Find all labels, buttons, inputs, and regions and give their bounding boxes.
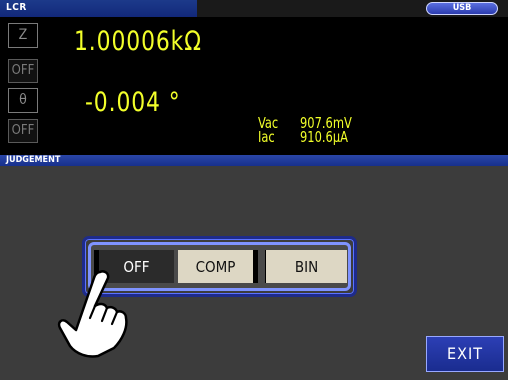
pointing-hand-icon xyxy=(57,270,128,358)
judgement-bin-button[interactable]: BIN xyxy=(265,250,347,283)
param2-value: -0.004 ° xyxy=(85,87,181,118)
monitor-iac-label: Iac xyxy=(258,128,275,146)
param1-selector[interactable]: Z xyxy=(8,23,38,48)
monitor-iac-value: 910.6µA xyxy=(300,128,348,146)
exit-button[interactable]: EXIT xyxy=(426,336,504,372)
param2-selector[interactable]: θ xyxy=(8,88,38,113)
param1-value: 1.00006kΩ xyxy=(74,26,202,57)
screen-title: LCR xyxy=(6,2,27,13)
usb-indicator: USB xyxy=(426,2,498,15)
judgement-title: JUDGEMENT xyxy=(6,155,61,165)
param1-display-toggle[interactable]: OFF xyxy=(8,59,38,83)
judgement-comp-button[interactable]: COMP xyxy=(178,250,258,283)
param2-display-toggle[interactable]: OFF xyxy=(8,119,38,143)
judgement-header xyxy=(0,155,508,166)
screen-title-bar xyxy=(0,0,197,17)
